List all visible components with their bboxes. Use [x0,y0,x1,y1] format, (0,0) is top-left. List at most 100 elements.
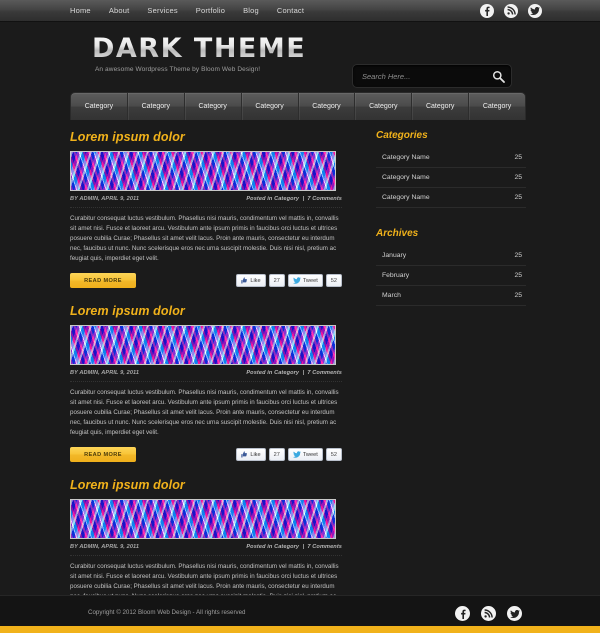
nav-item-services[interactable]: Services [147,0,177,22]
like-count: 27 [268,274,285,287]
row-count: 25 [514,174,522,181]
category-tab-bar: Category Category Category Category Cate… [70,92,526,120]
search-input[interactable] [353,71,485,81]
post-actions: READ MORE Like 27 Tweet 52 [70,273,342,288]
row-label: February [382,272,410,279]
read-more-button[interactable]: READ MORE [70,447,136,462]
nav-item-about[interactable]: About [109,0,130,22]
nav-item-blog[interactable]: Blog [243,0,259,22]
page-root: Home About Services Portfolio Blog Conta… [0,0,600,633]
post-thumbnail[interactable] [70,325,336,365]
meta-separator: | [302,196,305,202]
post-meta-right: Posted in Category | 7 Comments [246,544,342,550]
footer-social-links [455,606,522,621]
widget-archives: Archives January 25 February 25 March 25 [376,228,526,306]
category-tab-1[interactable]: Category [71,93,128,120]
top-navigation-bar: Home About Services Portfolio Blog Conta… [0,0,600,22]
like-label: Like [250,277,261,284]
main-nav: Home About Services Portfolio Blog Conta… [70,0,304,22]
widget-categories: Categories Category Name 25 Category Nam… [376,130,526,208]
share-buttons: Like 27 Tweet 52 [236,448,342,461]
nav-item-portfolio[interactable]: Portfolio [196,0,225,22]
post-actions: READ MORE Like 27 Tweet 52 [70,447,342,462]
logo-block[interactable]: DARK THEME An awesome Wordpress Theme by… [92,33,307,74]
facebook-icon[interactable] [455,606,470,621]
post-meta: BY ADMIN, APRIL 9, 2011 Posted in Catego… [70,370,342,382]
post-excerpt: Curabitur consequat luctus vestibulum. P… [70,389,339,436]
post-meta-right: Posted in Category | 7 Comments [246,196,342,202]
tweet-button[interactable]: Tweet [287,274,323,287]
category-tab-3[interactable]: Category [185,93,242,120]
post-comments[interactable]: 7 Comments [307,370,342,376]
like-count: 27 [268,448,285,461]
row-label: January [382,252,407,259]
category-tab-4[interactable]: Category [242,93,299,120]
facebook-like-button[interactable]: Like [236,448,266,461]
row-label: Category Name [382,174,430,181]
sidebar-row-archive-february[interactable]: February 25 [376,266,526,286]
post-comments[interactable]: 7 Comments [307,196,342,202]
site-header: DARK THEME An awesome Wordpress Theme by… [0,22,600,90]
sidebar-row-category-1[interactable]: Category Name 25 [376,148,526,168]
post-title[interactable]: Lorem ipsum dolor [70,304,342,318]
tweet-label: Tweet [302,451,318,458]
widget-title: Categories [376,130,428,141]
site-tagline: An awesome Wordpress Theme by Bloom Web … [95,66,261,73]
post-category[interactable]: Posted in Category [246,370,299,376]
thumbs-up-icon [241,451,248,458]
post-category[interactable]: Posted in Category [246,196,299,202]
tweet-label: Tweet [302,277,318,284]
tweet-count: 52 [325,448,342,461]
top-social-links [480,3,542,18]
sidebar-row-archive-january[interactable]: January 25 [376,246,526,266]
post-item: Lorem ipsum dolor BY ADMIN, APRIL 9, 201… [70,130,342,288]
category-tab-5[interactable]: Category [299,93,356,120]
sidebar-row-category-3[interactable]: Category Name 25 [376,188,526,208]
tweet-count: 52 [325,274,342,287]
post-thumbnail[interactable] [70,151,336,191]
site-footer: Copyright © 2012 Bloom Web Design - All … [0,595,600,633]
post-meta-right: Posted in Category | 7 Comments [246,370,342,376]
category-tab-6[interactable]: Category [355,93,413,120]
rss-icon[interactable] [504,3,518,18]
like-label: Like [250,451,261,458]
post-title[interactable]: Lorem ipsum dolor [70,130,342,144]
meta-separator: | [302,544,305,550]
facebook-icon[interactable] [480,3,494,18]
row-label: Category Name [382,194,430,201]
sidebar-row-archive-march[interactable]: March 25 [376,286,526,306]
facebook-like-button[interactable]: Like [236,274,266,287]
row-label: Category Name [382,154,430,161]
twitter-icon[interactable] [528,3,542,18]
search-box[interactable] [352,64,512,88]
content-area: Lorem ipsum dolor BY ADMIN, APRIL 9, 201… [70,130,526,633]
sidebar: Categories Category Name 25 Category Nam… [376,130,526,633]
meta-separator: | [302,370,305,376]
search-icon[interactable] [485,70,511,83]
post-list: Lorem ipsum dolor BY ADMIN, APRIL 9, 201… [70,130,342,633]
category-tab-7[interactable]: Category [412,93,470,120]
row-count: 25 [514,252,522,259]
site-logo: DARK THEME [92,33,307,64]
sidebar-row-category-2[interactable]: Category Name 25 [376,168,526,188]
post-category[interactable]: Posted in Category [246,544,299,550]
category-tab-8[interactable]: Category [469,93,525,120]
row-count: 25 [514,194,522,201]
post-comments[interactable]: 7 Comments [307,544,342,550]
widget-title: Archives [376,228,419,239]
post-title[interactable]: Lorem ipsum dolor [70,478,342,492]
post-author-date: BY ADMIN, APRIL 9, 2011 [70,196,140,202]
tweet-button[interactable]: Tweet [287,448,323,461]
post-thumbnail[interactable] [70,499,336,539]
post-meta: BY ADMIN, APRIL 9, 2011 Posted in Catego… [70,196,342,208]
footer-accent-bar [0,626,600,633]
post-meta: BY ADMIN, APRIL 9, 2011 Posted in Catego… [70,544,342,556]
rss-icon[interactable] [481,606,496,621]
nav-item-contact[interactable]: Contact [277,0,304,22]
thumbs-up-icon [241,277,248,284]
read-more-button[interactable]: READ MORE [70,273,136,288]
nav-item-home[interactable]: Home [70,0,91,22]
twitter-icon[interactable] [507,606,522,621]
category-tab-2[interactable]: Category [128,93,185,120]
post-author-date: BY ADMIN, APRIL 9, 2011 [70,544,140,550]
